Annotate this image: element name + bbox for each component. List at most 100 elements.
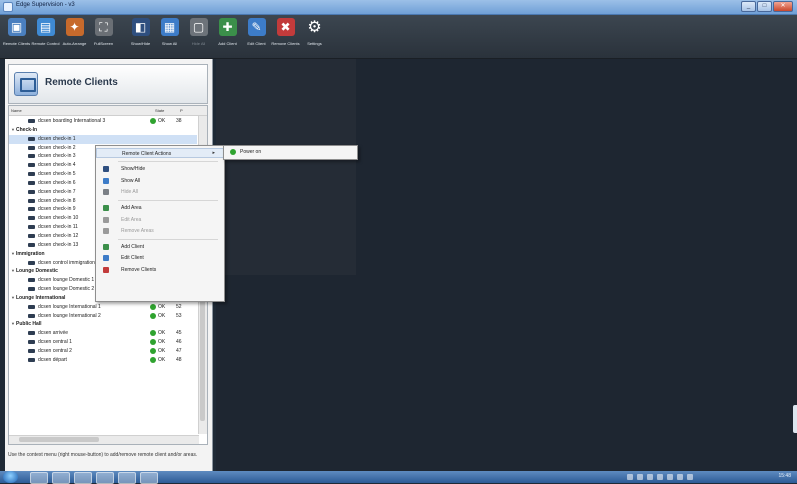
tray-icon[interactable] — [687, 474, 693, 480]
client-name: dcsen check-in 10 — [38, 215, 79, 222]
window-controls: _ □ ✕ — [741, 1, 793, 12]
tree-client-row[interactable]: dcsen central 1 OK 46 — [9, 338, 197, 347]
menu-item-label: Remove Areas — [121, 227, 154, 234]
column-port[interactable]: P — [180, 108, 183, 113]
tree-group-row[interactable]: ▼ Check-In — [9, 126, 197, 135]
menu-item-edit-client[interactable]: Edit Client — [96, 253, 224, 263]
client-port: 48 — [176, 356, 182, 363]
tray-icon[interactable] — [637, 474, 643, 480]
toolbar-button-add-client[interactable]: ✚ Add Client — [214, 18, 241, 46]
tree-client-row[interactable]: dcsen arrivée OK 45 — [9, 329, 197, 338]
monitor-icon — [28, 216, 35, 221]
vertical-scroll-thumb[interactable] — [200, 296, 205, 421]
menu-item-hide-all[interactable]: Hide All — [96, 187, 224, 197]
taskbar-media-icon[interactable] — [52, 472, 70, 484]
client-state: OK — [158, 339, 166, 346]
toolbar-button-hide-all[interactable]: ▢ Hide All — [185, 18, 212, 46]
toolbar-button-auto-arrange[interactable]: ✦ Auto-Arrange — [61, 18, 88, 46]
tray-icon[interactable] — [647, 474, 653, 480]
edit-client-icon — [103, 255, 109, 262]
window-title: Edge Supervision - v3 — [16, 2, 75, 8]
edit-client-icon: ✎ — [247, 18, 266, 36]
submenu-item-power-on[interactable]: Power on — [240, 149, 261, 155]
column-state[interactable]: State — [155, 108, 164, 113]
taskbar-window-icon[interactable] — [140, 472, 158, 484]
group-name: Lounge Domestic — [16, 268, 58, 275]
toolbar-button-remote-clients[interactable]: ▣ Remote Clients — [3, 18, 30, 46]
tree-client-row[interactable]: dcsen lounge International 1 OK 52 — [9, 303, 197, 312]
tray-icon[interactable] — [657, 474, 663, 480]
expand-toggle-icon[interactable]: ▼ — [11, 295, 15, 300]
monitor-icon — [28, 242, 35, 247]
tray-icon[interactable] — [667, 474, 673, 480]
expand-toggle-icon[interactable]: ▼ — [11, 321, 15, 326]
client-name: dcsen central 2 — [38, 347, 72, 354]
tree-column-header: Name State P — [9, 106, 207, 116]
client-name: dcsen check-in 12 — [38, 232, 79, 239]
horizontal-scroll-thumb[interactable] — [19, 437, 99, 442]
taskbar-app-icon[interactable] — [96, 472, 114, 484]
client-name: dcsen check-in 1 — [38, 135, 76, 142]
menu-item-remove-clients[interactable]: Remove Clients — [96, 265, 224, 275]
client-name: dcsen central 1 — [38, 339, 72, 346]
fullscreen-icon: ⛶ — [94, 18, 113, 36]
taskbar-edge-supervision-icon[interactable] — [118, 472, 136, 484]
canvas-area[interactable] — [216, 59, 356, 275]
monitor-icon — [28, 340, 35, 345]
start-button[interactable] — [3, 471, 18, 483]
toolbar-button-show-hide[interactable]: ◧ Show/Hide — [127, 18, 154, 46]
tree-client-row[interactable]: dcsen départ OK 48 — [9, 356, 197, 365]
client-name: dcsen check-in 8 — [38, 197, 76, 204]
taskbar-clock[interactable]: 15:48 — [778, 473, 791, 479]
menu-item-show-hide[interactable]: Show/Hide — [96, 164, 224, 174]
monitor-icon — [28, 198, 35, 203]
taskbar-ie-icon[interactable] — [30, 472, 48, 484]
menu-item-add-client[interactable]: Add Client — [96, 242, 224, 252]
tree-group-row[interactable]: ▼ Public Hall — [9, 320, 197, 329]
toolbar-button-fullscreen[interactable]: ⛶ FullScreen — [90, 18, 117, 46]
close-button[interactable]: ✕ — [773, 1, 793, 12]
toolbar-button-remote-control[interactable]: ▤ Remote Control — [32, 18, 60, 46]
expand-toggle-icon[interactable]: ▼ — [11, 251, 15, 256]
status-dot-icon — [150, 339, 156, 346]
tray-icon[interactable] — [677, 474, 683, 480]
menu-item-add-area[interactable]: Add Area — [96, 203, 224, 213]
client-state: OK — [158, 118, 166, 124]
toolbar-button-edit-client[interactable]: ✎ Edit Client — [243, 18, 270, 46]
menu-separator — [118, 161, 218, 163]
client-port: 46 — [176, 339, 182, 346]
client-name: dcsen check-in 9 — [38, 206, 76, 213]
menu-item-label: Add Area — [121, 205, 142, 212]
toolbar-button-label: Show/Hide — [130, 41, 151, 46]
monitor-icon — [28, 136, 35, 141]
maximize-button[interactable]: □ — [757, 1, 772, 12]
show-all-icon: ▦ — [160, 18, 179, 36]
client-name: dcsen lounge Domestic 1 — [38, 277, 95, 284]
taskbar-folder-icon[interactable] — [74, 472, 92, 484]
menu-item-show-all[interactable]: Show All — [96, 176, 224, 186]
monitor-icon — [28, 260, 35, 265]
app-icon — [3, 2, 13, 12]
menu-item-remove-areas[interactable]: Remove Areas — [96, 226, 224, 236]
client-port: 52 — [176, 303, 182, 310]
supervision-canvas[interactable] — [216, 59, 797, 471]
toolbar-button-label: Add Client — [218, 41, 237, 46]
minimize-button[interactable]: _ — [741, 1, 756, 12]
tree-client-row[interactable]: dcsen boarding International 3 OK 38 — [9, 117, 197, 126]
tree-client-row[interactable]: dcsen lounge International 2 OK 53 — [9, 312, 197, 321]
show-all-icon — [103, 177, 109, 184]
expand-toggle-icon[interactable]: ▼ — [11, 127, 15, 132]
menu-item-edit-area[interactable]: Edit Area — [96, 215, 224, 225]
toolbar-button-settings[interactable]: ⚙ Settings — [301, 18, 328, 46]
toolbar-button-show-all[interactable]: ▦ Show All — [156, 18, 183, 46]
tree-client-row[interactable]: dcsen check-in 1 — [9, 134, 197, 144]
column-name[interactable]: Name — [11, 108, 22, 113]
toolbar-button-remove-clients[interactable]: ✖ Remove Clients — [271, 18, 300, 46]
monitor-icon — [28, 207, 35, 212]
canvas-edge-handle[interactable] — [793, 405, 797, 433]
tray-icon[interactable] — [627, 474, 633, 480]
menu-item-remote-client-actions[interactable]: Remote Client Actions ▸ — [96, 148, 224, 158]
tree-client-row[interactable]: dcsen central 2 OK 47 — [9, 347, 197, 356]
expand-toggle-icon[interactable]: ▼ — [11, 268, 15, 273]
horizontal-scrollbar[interactable] — [9, 435, 199, 444]
